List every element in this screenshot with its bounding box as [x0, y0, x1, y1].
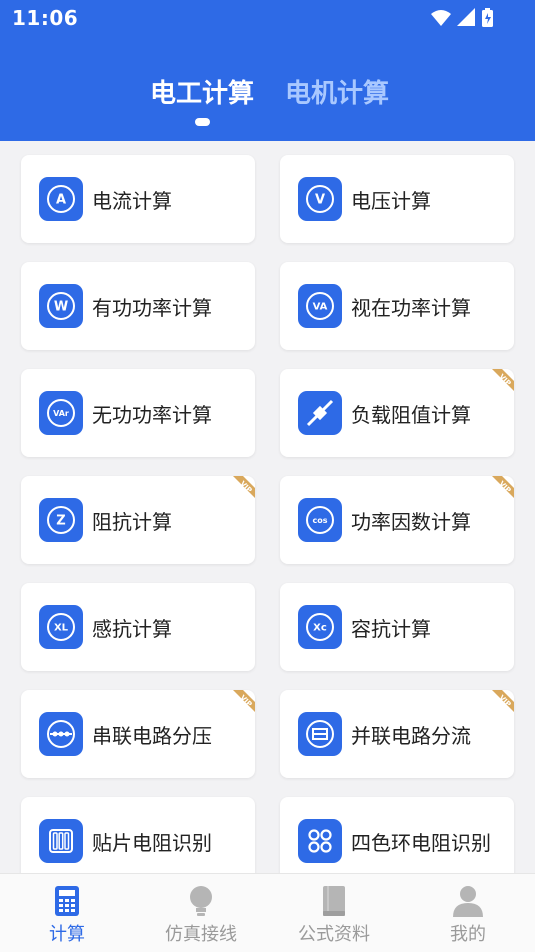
icon-glyph: Xc [313, 623, 327, 634]
color-ring-icon [298, 819, 342, 863]
var-icon: VAr [39, 391, 83, 435]
smd-resistor-icon [39, 819, 83, 863]
card-color-ring[interactable]: 四色环电阻识别 [280, 797, 514, 873]
signal-icon [457, 8, 475, 26]
vip-badge: VIP [225, 476, 255, 506]
vip-badge: VIP [484, 690, 514, 720]
card-label: 贴片电阻识别 [92, 831, 212, 855]
wifi-icon [431, 10, 451, 26]
card-label: 有功功率计算 [92, 296, 212, 320]
card-label: 容抗计算 [351, 617, 431, 641]
resistor-icon [298, 391, 342, 435]
nav-item-bulb[interactable]: 仿真接线 [134, 874, 268, 952]
card-label: 无功功率计算 [92, 403, 212, 427]
icon-glyph: W [54, 300, 68, 315]
card-label: 视在功率计算 [351, 296, 471, 320]
nav-item-user[interactable]: 我的 [401, 874, 535, 952]
card-va[interactable]: VA 视在功率计算 [280, 262, 514, 350]
card-capacitive-reactance[interactable]: Xc 容抗计算 [280, 583, 514, 671]
vip-badge: VIP [225, 690, 255, 720]
card-label: 四色环电阻识别 [351, 831, 491, 855]
inductive-reactance-icon: XL [39, 605, 83, 649]
icon-glyph: XL [54, 623, 69, 634]
vip-badge: VIP [484, 369, 514, 399]
card-watt[interactable]: W 有功功率计算 [21, 262, 255, 350]
impedance-icon: Z [39, 498, 83, 542]
series-circuit-icon [39, 712, 83, 756]
voltmeter-icon: V [298, 177, 342, 221]
card-label: 感抗计算 [92, 617, 172, 641]
nav-item-calculator[interactable]: 计算 [0, 874, 134, 952]
va-icon: VA [298, 284, 342, 328]
status-icons [427, 6, 497, 34]
card-label: 串联电路分压 [92, 724, 212, 748]
parallel-circuit-icon [298, 712, 342, 756]
icon-glyph: V [315, 193, 325, 208]
card-label: 并联电路分流 [351, 724, 471, 748]
icon-glyph: Z [56, 514, 65, 529]
tab-electrician-calc[interactable]: 电工计算 [150, 73, 254, 110]
watt-icon: W [39, 284, 83, 328]
status-bar: 11:06 [0, 0, 535, 36]
card-label: 电流计算 [92, 189, 172, 213]
card-resistor[interactable]: 负载阻值计算 VIP [280, 369, 514, 457]
card-label: 电压计算 [351, 189, 431, 213]
card-label: 阻抗计算 [92, 510, 172, 534]
card-smd-resistor[interactable]: 贴片电阻识别 [21, 797, 255, 873]
card-series-circuit[interactable]: 串联电路分压 VIP [21, 690, 255, 778]
icon-glyph: A [56, 193, 66, 208]
bottom-nav: 计算 仿真接线 公式资料 我的 [0, 873, 535, 952]
app-header: 11:06 电工计算 电机计算 [0, 0, 535, 141]
card-impedance[interactable]: Z 阻抗计算 VIP [21, 476, 255, 564]
ammeter-icon: A [39, 177, 83, 221]
bulb-icon [184, 884, 218, 918]
tab-indicator [195, 118, 210, 126]
capacitive-reactance-icon: Xc [298, 605, 342, 649]
icon-glyph: cos [313, 516, 328, 525]
tab-motor-calc[interactable]: 电机计算 [285, 73, 389, 110]
nav-label: 我的 [450, 924, 486, 945]
calculator-icon [50, 884, 84, 918]
card-ammeter[interactable]: A 电流计算 [21, 155, 255, 243]
nav-item-book[interactable]: 公式资料 [267, 874, 401, 952]
cos-icon: cos [298, 498, 342, 542]
battery-icon [482, 8, 493, 27]
card-voltmeter[interactable]: V 电压计算 [280, 155, 514, 243]
icon-glyph: VAr [53, 409, 69, 418]
book-icon [317, 884, 351, 918]
card-label: 负载阻值计算 [351, 403, 471, 427]
calculator-grid: A 电流计算 V 电压计算 W 有功功率计算 VA 视在功率计算 VAr 无功功率计算 负载阻值计算… [0, 141, 535, 873]
card-var[interactable]: VAr 无功功率计算 [21, 369, 255, 457]
top-tabs: 电工计算 电机计算 [0, 73, 535, 113]
nav-label: 计算 [49, 924, 85, 945]
vip-badge: VIP [484, 476, 514, 506]
user-icon [451, 884, 485, 918]
status-time: 11:06 [12, 6, 79, 30]
card-inductive-reactance[interactable]: XL 感抗计算 [21, 583, 255, 671]
card-parallel-circuit[interactable]: 并联电路分流 VIP [280, 690, 514, 778]
card-label: 功率因数计算 [351, 510, 471, 534]
nav-label: 公式资料 [298, 924, 370, 945]
icon-glyph: VA [313, 302, 328, 313]
card-cos[interactable]: cos 功率因数计算 VIP [280, 476, 514, 564]
nav-label: 仿真接线 [165, 924, 237, 945]
